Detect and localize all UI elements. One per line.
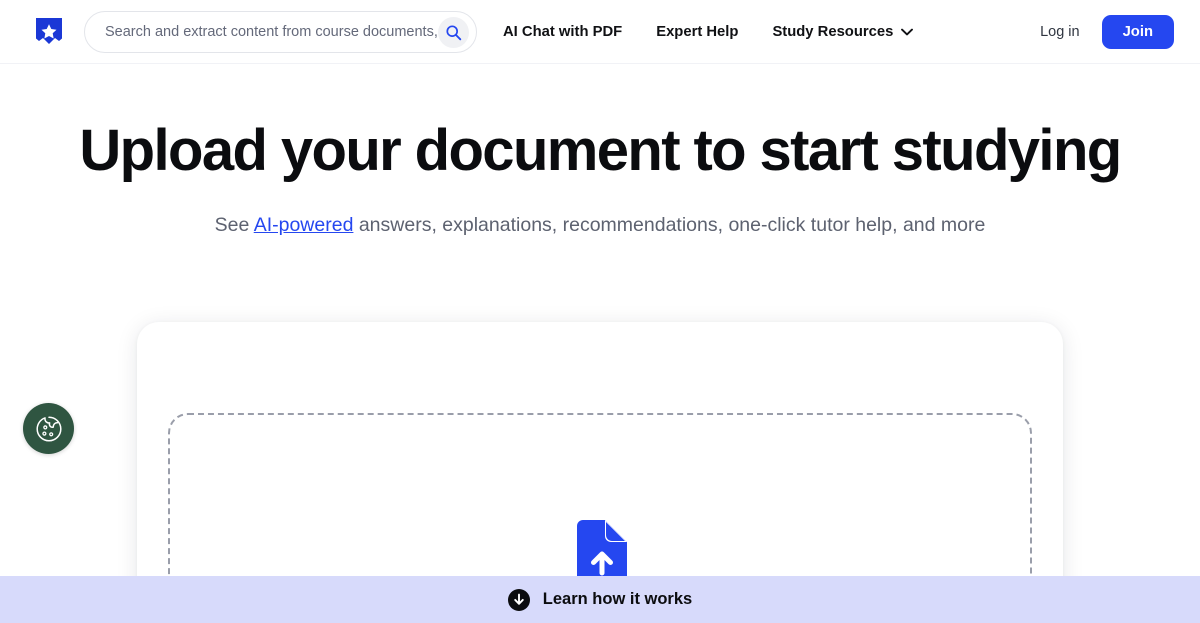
nav-item-study-resources[interactable]: Study Resources [772,24,914,40]
search-button[interactable] [438,17,469,48]
arrow-down-circle-icon [507,588,530,611]
learn-how-it-works-label: Learn how it works [542,590,693,608]
nav-item-label: Study Resources [772,24,894,40]
search-icon [446,25,462,41]
search-box[interactable] [84,11,477,53]
chevron-down-icon [901,28,914,36]
site-header: AI Chat with PDF Expert Help Study Resou… [0,0,1200,64]
header-actions: Log in Join [1040,0,1174,64]
subtitle-suffix: answers, explanations, recommendations, … [353,214,986,236]
page-title: Upload your document to start studying [79,118,1122,183]
nav-item-ai-chat-with-pdf[interactable]: AI Chat with PDF [503,24,622,40]
learn-how-it-works-bar[interactable]: Learn how it works [0,576,1200,623]
cookie-settings-button[interactable] [23,403,74,454]
search-input[interactable] [85,12,445,52]
ai-powered-link[interactable]: AI-powered [254,214,354,236]
main-content: Upload your document to start studying S… [0,64,1200,623]
nav-item-label: Expert Help [656,24,739,40]
shield-star-logo-icon[interactable] [30,13,68,51]
login-link[interactable]: Log in [1040,24,1080,40]
nav-item-label: AI Chat with PDF [503,24,623,40]
page-subtitle: See AI-powered answers, explanations, re… [0,210,1200,242]
subtitle-prefix: See [214,214,254,236]
join-button[interactable]: Join [1101,15,1174,49]
cookie-icon [35,415,62,442]
primary-nav: AI Chat with PDF Expert Help Study Resou… [503,0,914,64]
nav-item-expert-help[interactable]: Expert Help [656,24,738,40]
